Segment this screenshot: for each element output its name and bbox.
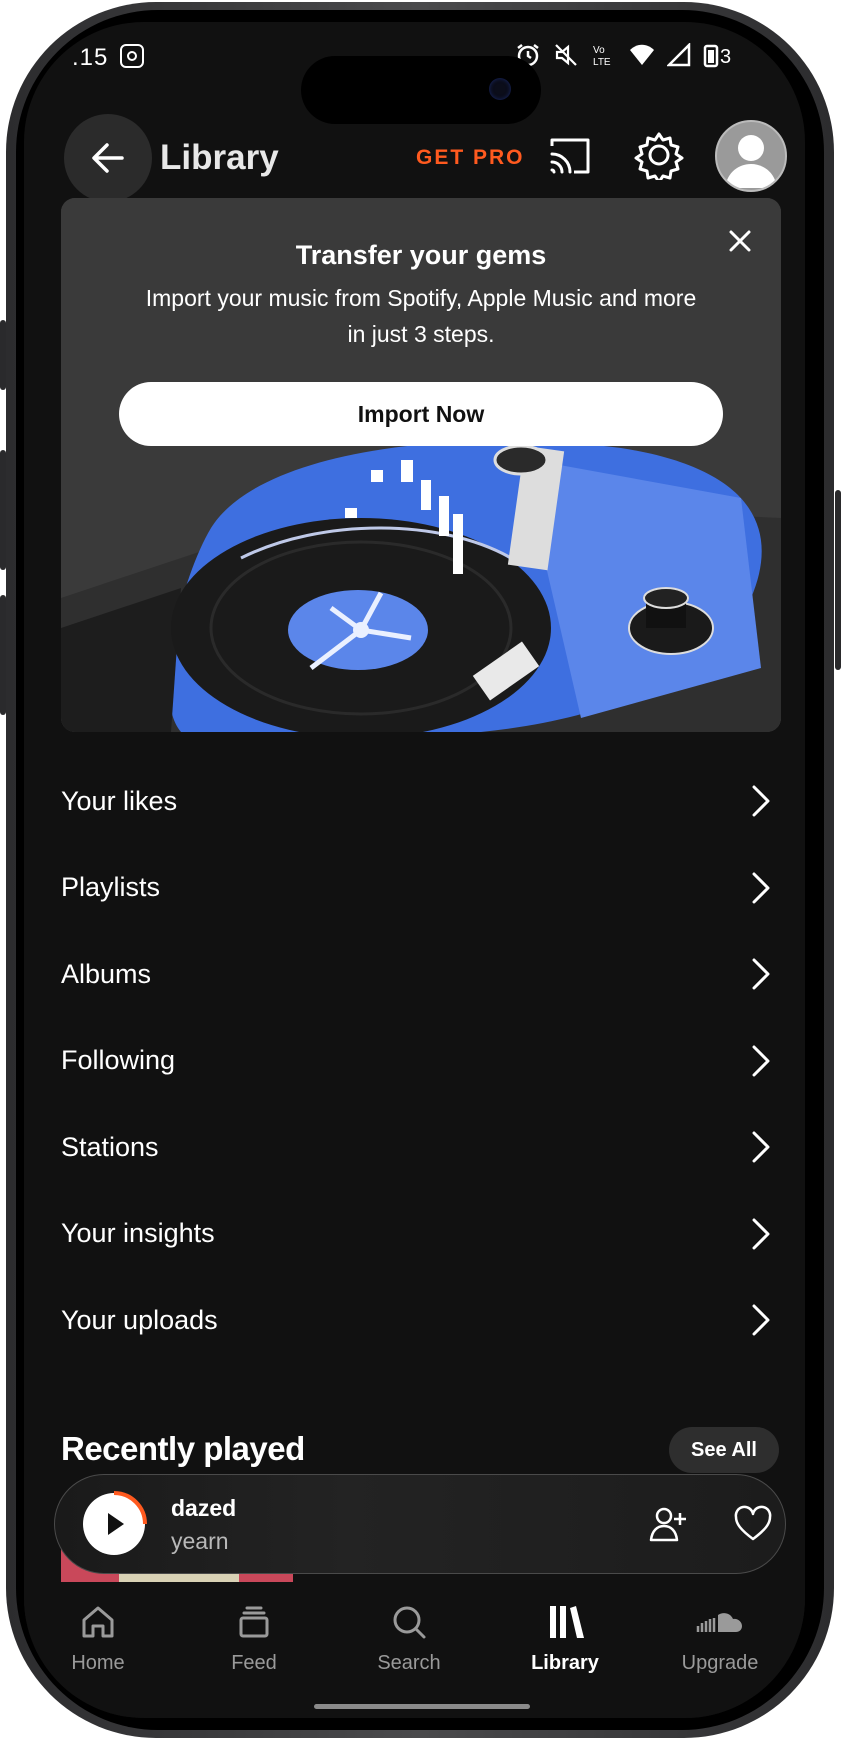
mute-icon: [555, 44, 577, 66]
library-item-playlists[interactable]: Playlists: [61, 845, 781, 932]
library-list: Your likes Playlists Albums Following St…: [61, 758, 781, 1364]
back-button[interactable]: [64, 114, 152, 202]
chevron-right-icon: [752, 872, 770, 904]
power-button: [835, 490, 841, 670]
nav-label: Upgrade: [681, 1652, 759, 1674]
feed-icon: [239, 1606, 269, 1638]
status-icons: Vo LTE 3: [515, 42, 743, 68]
svg-text:3: 3: [720, 46, 731, 68]
nav-search[interactable]: Search: [349, 1602, 469, 1675]
instagram-icon: [120, 44, 144, 68]
library-item-label: Following: [61, 1045, 176, 1076]
nav-library[interactable]: Library: [505, 1602, 625, 1675]
turntable-illustration: [61, 198, 781, 732]
library-item-label: Your insights: [61, 1218, 215, 1249]
avatar[interactable]: [715, 120, 787, 192]
library-item-label: Playlists: [61, 872, 161, 903]
app-screen: .15 Vo LTE 3 Library GET PRO Transfer yo…: [24, 22, 805, 1718]
page-title: Library: [160, 138, 279, 177]
play-button[interactable]: [81, 1491, 147, 1557]
wifi-icon: [630, 44, 654, 65]
top-bar: Library GET PRO: [24, 90, 805, 202]
user-icon: [725, 135, 777, 188]
library-item-label: Your likes: [61, 785, 178, 816]
library-icon: [550, 1606, 584, 1638]
now-playing-artist: yearn: [171, 1528, 229, 1554]
library-item-your-uploads[interactable]: Your uploads: [61, 1277, 781, 1364]
library-item-stations[interactable]: Stations: [61, 1104, 781, 1191]
banner-title: Transfer your gems: [295, 240, 547, 270]
follow-artist-icon[interactable]: [648, 1505, 688, 1543]
chevron-right-icon: [752, 1218, 770, 1250]
chevron-right-icon: [752, 785, 770, 817]
soundcloud-icon: [696, 1613, 742, 1632]
battery-icon: 3: [703, 44, 731, 68]
nav-upgrade[interactable]: Upgrade: [660, 1602, 780, 1675]
home-indicator[interactable]: [314, 1704, 530, 1709]
chevron-right-icon: [752, 1131, 770, 1163]
recently-played-heading: Recently played: [61, 1430, 305, 1467]
search-icon: [393, 1606, 426, 1639]
library-item-label: Stations: [61, 1131, 159, 1162]
nav-label: Feed: [231, 1652, 277, 1674]
library-item-following[interactable]: Following: [61, 1018, 781, 1105]
close-icon[interactable]: [723, 224, 757, 258]
home-icon: [82, 1606, 114, 1638]
mute-switch: [0, 320, 6, 390]
volte-icon: VoLTE: [593, 45, 611, 68]
library-item-albums[interactable]: Albums: [61, 931, 781, 1018]
signal-icon: [667, 43, 691, 67]
chevron-right-icon: [752, 1304, 770, 1336]
get-pro-button[interactable]: GET PRO: [416, 146, 525, 170]
transfer-banner: Transfer your gems Import your music fro…: [61, 198, 781, 732]
settings-gear-icon[interactable]: [634, 130, 684, 180]
library-item-your-insights[interactable]: Your insights: [61, 1191, 781, 1278]
library-item-your-likes[interactable]: Your likes: [61, 758, 781, 845]
bottom-navigation: Home Feed Search Library Upgrade: [24, 1582, 805, 1718]
nav-label: Library: [531, 1652, 599, 1674]
volume-up-button: [0, 450, 6, 570]
cast-icon[interactable]: [548, 134, 592, 178]
nav-feed[interactable]: Feed: [194, 1602, 314, 1675]
volume-down-button: [0, 595, 6, 715]
nav-label: Search: [377, 1652, 441, 1674]
arrow-left-icon: [92, 143, 124, 173]
svg-text:LTE: LTE: [593, 57, 611, 68]
now-playing-title: dazed: [171, 1495, 237, 1521]
svg-text:Vo: Vo: [593, 45, 605, 56]
chevron-right-icon: [752, 1045, 770, 1077]
library-item-label: Your uploads: [61, 1304, 218, 1335]
library-item-label: Albums: [61, 958, 152, 989]
import-now-button[interactable]: Import Now: [119, 382, 723, 446]
heart-icon[interactable]: [733, 1505, 773, 1543]
nav-home[interactable]: Home: [38, 1602, 158, 1675]
see-all-button[interactable]: See All: [669, 1427, 779, 1473]
mini-player[interactable]: dazed yearn: [54, 1474, 786, 1574]
status-time: .15: [72, 44, 109, 71]
nav-label: Home: [71, 1652, 125, 1674]
chevron-right-icon: [752, 958, 770, 990]
banner-description: Import your music from Spotify, Apple Mu…: [145, 285, 697, 347]
